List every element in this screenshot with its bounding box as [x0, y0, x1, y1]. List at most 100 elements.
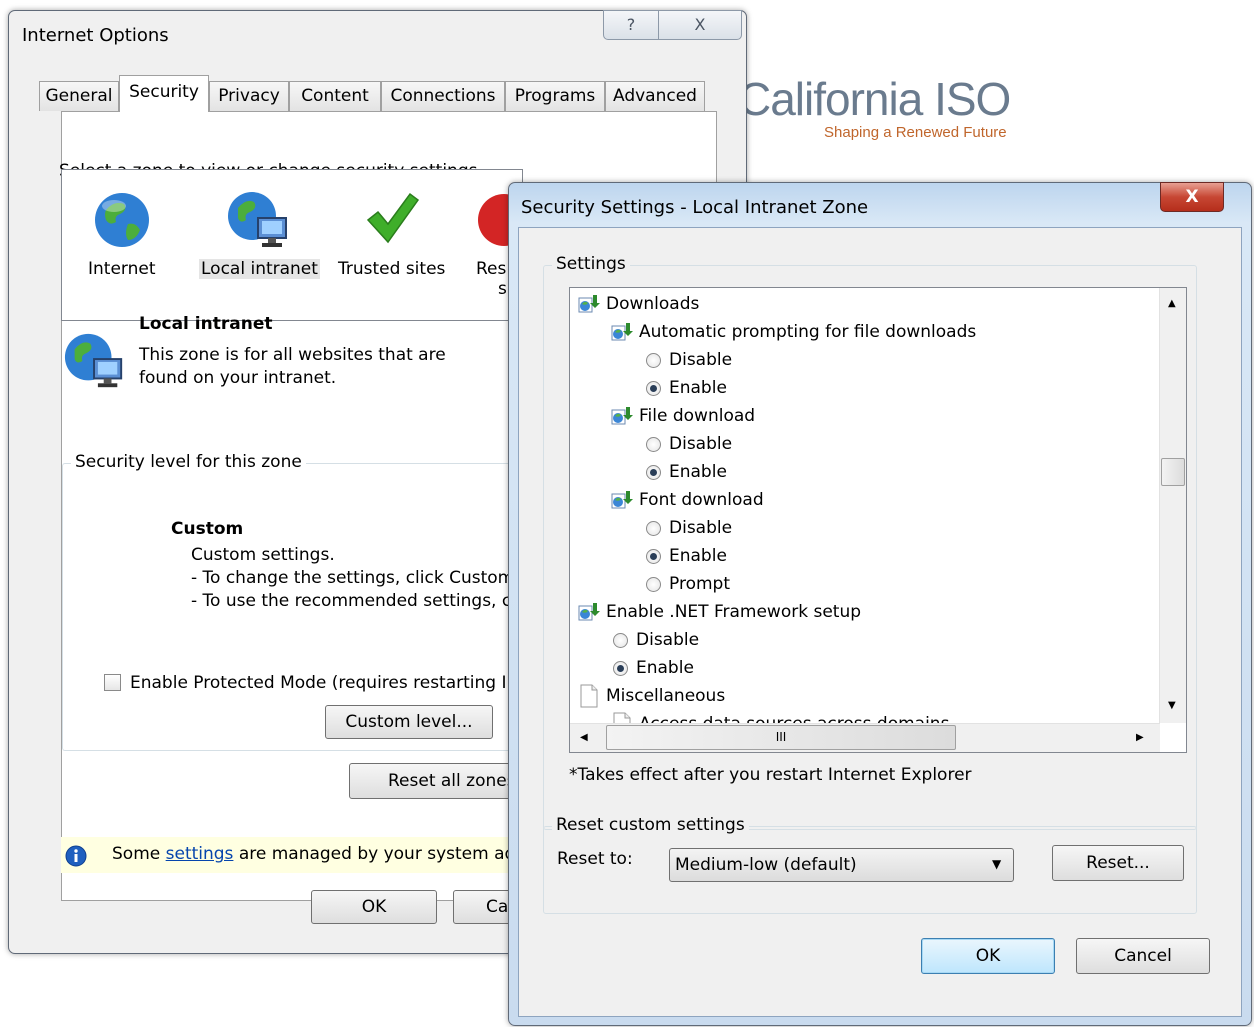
tree-item-label: Disable	[669, 518, 733, 538]
vertical-scrollbar[interactable]: ▲ ▼	[1159, 288, 1186, 723]
radio-button[interactable]	[646, 380, 661, 396]
checkmark-icon	[366, 192, 419, 244]
download-setting-icon	[611, 490, 639, 510]
zone-description-line1: This zone is for all websites that are	[139, 345, 446, 365]
scroll-right-icon[interactable]: ▶	[1136, 732, 1144, 743]
logo-main-text: California ISO	[738, 73, 1011, 125]
radio-button[interactable]	[646, 352, 661, 368]
download-setting-icon	[611, 406, 639, 426]
logo-tagline: Shaping a Renewed Future	[824, 124, 1007, 141]
reset-to-label: Reset to:	[557, 849, 633, 869]
tree-setting: Automatic prompting for file downloads	[611, 318, 976, 346]
horizontal-scroll-thumb[interactable]: III	[606, 725, 956, 750]
radio-button[interactable]	[646, 464, 661, 480]
info-icon	[65, 845, 87, 867]
tree-item-label: Downloads	[606, 294, 700, 314]
security-level-legend: Security level for this zone	[71, 452, 306, 472]
help-icon: ?	[626, 15, 636, 34]
zone-label: Trusted sites	[338, 259, 446, 279]
restart-note: *Takes effect after you restart Internet…	[569, 765, 972, 785]
radio-button[interactable]	[646, 576, 661, 592]
scroll-down-icon[interactable]: ▼	[1168, 700, 1176, 711]
download-setting-icon	[578, 602, 606, 622]
tree-category: Downloads	[578, 290, 699, 318]
tab-advanced[interactable]: Advanced	[605, 81, 705, 111]
close-button[interactable]: X	[658, 10, 742, 40]
reset-to-dropdown[interactable]: Medium-low (default) ▼	[669, 848, 1014, 882]
close-icon: X	[694, 15, 706, 34]
download-setting-icon	[578, 294, 606, 314]
zone-label: Local intranet	[199, 259, 320, 279]
close-icon: X	[1185, 187, 1199, 207]
tree-item-label: Enable	[669, 546, 727, 566]
tree-item-label: Automatic prompting for file downloads	[639, 322, 977, 342]
tree-category: Enable .NET Framework setup	[578, 598, 861, 626]
vertical-scroll-thumb[interactable]	[1161, 458, 1185, 486]
zone-trusted-sites[interactable]: Trusted sites	[336, 190, 447, 279]
tab-privacy[interactable]: Privacy	[209, 81, 289, 111]
tree-radio-option[interactable]: Enable	[646, 374, 727, 402]
radio-button[interactable]	[613, 660, 628, 676]
settings-tree[interactable]: Downloads Automatic prompting for file do…	[569, 287, 1187, 753]
globe-icon	[94, 193, 149, 247]
tree-radio-option[interactable]: Disable	[646, 430, 732, 458]
scroll-left-icon[interactable]: ◀	[580, 732, 588, 743]
reset-custom-settings-legend: Reset custom settings	[552, 815, 749, 835]
tab-connections[interactable]: Connections	[381, 81, 505, 111]
info-text: Some settings are managed by your system…	[112, 844, 523, 864]
tree-category: Miscellaneous	[578, 682, 725, 710]
tab-programs[interactable]: Programs	[505, 81, 605, 111]
ok-button[interactable]: OK	[921, 938, 1055, 974]
protected-mode-label: Enable Protected Mode (requires restarti…	[130, 673, 518, 693]
window-title: Security Settings - Local Intranet Zone	[521, 197, 869, 218]
radio-button[interactable]	[646, 436, 661, 452]
tree-item-label: Disable	[636, 630, 700, 650]
tree-radio-option[interactable]: Enable	[646, 542, 727, 570]
tree-item-label: Disable	[669, 350, 733, 370]
radio-button[interactable]	[646, 520, 661, 536]
security-level-name: Custom	[171, 519, 244, 539]
security-level-line1: Custom settings.	[191, 545, 335, 565]
protected-mode-checkbox[interactable]	[104, 674, 121, 691]
tree-radio-option[interactable]: Prompt	[646, 570, 730, 598]
security-level-line2: - To change the settings, click Custom	[191, 568, 515, 588]
tree-item-label: Enable .NET Framework setup	[606, 602, 862, 622]
settings-legend: Settings	[552, 254, 630, 274]
tab-security[interactable]: Security	[119, 75, 209, 112]
settings-link[interactable]: settings	[166, 844, 234, 864]
tree-radio-option[interactable]: Enable	[646, 458, 727, 486]
tree-item-label: Prompt	[669, 574, 730, 594]
scroll-up-icon[interactable]: ▲	[1168, 298, 1176, 309]
cancel-button[interactable]: Cancel	[1076, 938, 1210, 974]
horizontal-scrollbar[interactable]: ◀ III ▶	[570, 723, 1160, 752]
help-button[interactable]: ?	[603, 10, 659, 40]
radio-button[interactable]	[613, 632, 628, 648]
tree-item-label: Miscellaneous	[606, 686, 726, 706]
page-icon	[578, 684, 606, 708]
zone-title: Local intranet	[139, 314, 273, 334]
zone-list[interactable]: Internet Local intranet Trusted sites Re…	[61, 169, 530, 321]
tree-radio-option[interactable]: Enable	[613, 654, 694, 682]
tree-radio-option[interactable]: Disable	[613, 626, 699, 654]
tree-item-label: Enable	[669, 378, 727, 398]
tree-radio-option[interactable]: Disable	[646, 514, 732, 542]
tab-general[interactable]: General	[39, 81, 119, 111]
background-logo: California ISO Shaping a Renewed Future	[738, 73, 1011, 141]
zone-label: Internet	[88, 259, 156, 279]
reset-button[interactable]: Reset...	[1052, 845, 1184, 881]
zone-local-intranet[interactable]: Local intranet	[199, 190, 320, 279]
close-button[interactable]: X	[1160, 182, 1224, 212]
tab-content[interactable]: Content	[289, 81, 381, 111]
zone-internet[interactable]: Internet	[86, 190, 158, 279]
ok-button[interactable]: OK	[311, 890, 437, 924]
tree-item-label: Font download	[639, 490, 764, 510]
tree-item-label: File download	[639, 406, 756, 426]
security-settings-window: Security Settings - Local Intranet Zone …	[508, 182, 1252, 1026]
caption-buttons: ? X	[603, 10, 743, 42]
tree-radio-option[interactable]: Disable	[646, 346, 732, 374]
window-title: Internet Options	[22, 25, 169, 46]
radio-button[interactable]	[646, 548, 661, 564]
chevron-down-icon: ▼	[992, 857, 1002, 871]
dialog-client-area: Settings Downloads Automatic prompting fo…	[518, 227, 1242, 1017]
custom-level-button[interactable]: Custom level...	[325, 705, 493, 739]
